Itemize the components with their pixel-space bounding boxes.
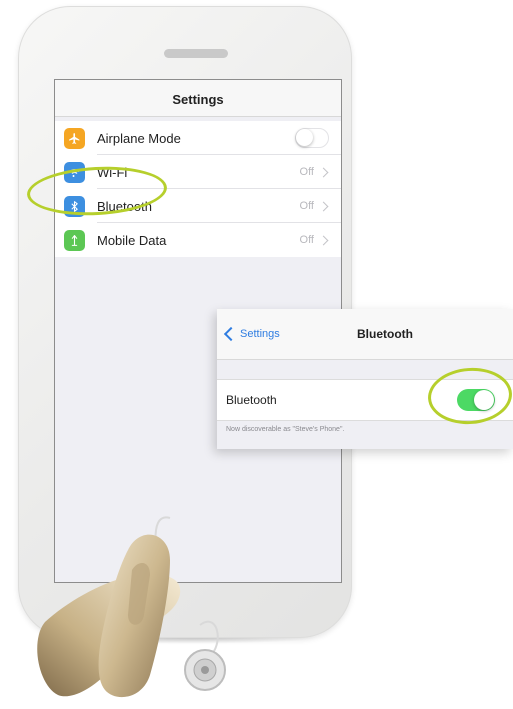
airplane-icon (64, 127, 85, 149)
settings-nav-bar: Settings (55, 80, 341, 117)
row-value: Off (299, 234, 314, 246)
phone-speaker (164, 49, 228, 58)
airplane-mode-toggle[interactable] (295, 128, 329, 148)
row-label: Mobile Data (97, 232, 167, 248)
chevron-right-icon (318, 167, 329, 177)
settings-row-airplane-mode[interactable]: Airplane Mode (55, 121, 341, 155)
page-title: Settings (172, 91, 224, 107)
mobile-data-icon (64, 229, 85, 251)
hearing-aid-image (37, 516, 226, 698)
row-value: Off (299, 200, 314, 212)
row-value: Off (299, 166, 314, 178)
bluetooth-nav-bar: Settings Bluetooth (217, 309, 513, 360)
bluetooth-toggle-label: Bluetooth (226, 393, 277, 407)
stage: Settings Airplane Mode Wi-Fi Off Bluetoo… (0, 0, 513, 709)
popup-title: Bluetooth (357, 327, 413, 341)
toggle-knob (296, 129, 313, 146)
chevron-right-icon (318, 201, 329, 211)
discoverable-note: Now discoverable as "Steve's Phone". (226, 426, 345, 433)
chevron-right-icon (318, 235, 329, 245)
settings-row-mobile-data[interactable]: Mobile Data Off (55, 223, 341, 257)
row-label: Airplane Mode (97, 130, 181, 146)
